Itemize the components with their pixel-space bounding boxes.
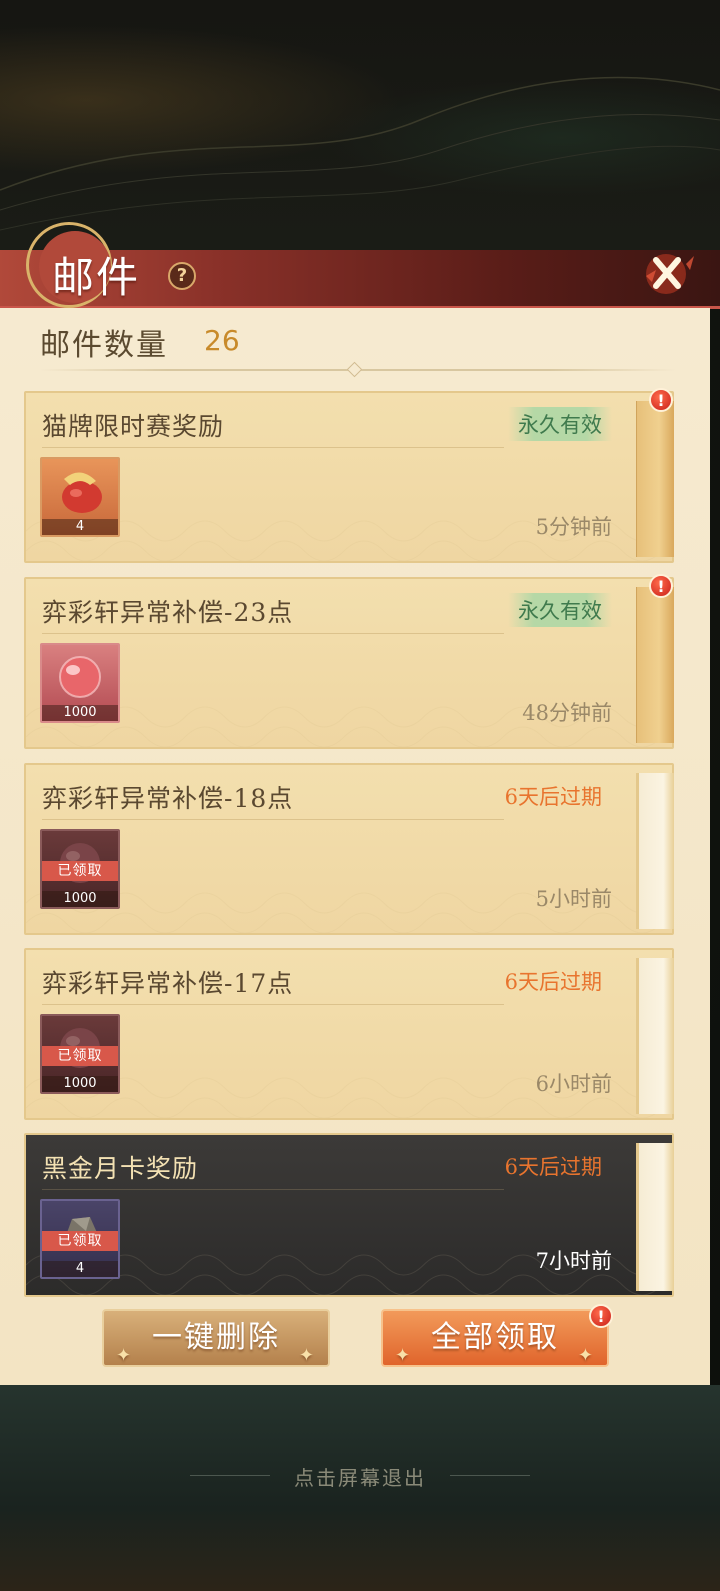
- delete-all-label: 一键删除: [152, 1320, 280, 1355]
- delete-all-button[interactable]: ✦ 一键删除 ✦: [102, 1309, 330, 1367]
- title-underline: [42, 633, 504, 634]
- mail-time: 6小时前: [535, 1072, 612, 1096]
- reward-item[interactable]: 已领取 4: [40, 1199, 120, 1279]
- close-icon: [646, 254, 694, 294]
- mail-item-selected[interactable]: 黑金月卡奖励 6天后过期 已领取 4 7小时前: [24, 1133, 674, 1297]
- mail-title: 黑金月卡奖励: [42, 1154, 199, 1183]
- item-quantity: 1000: [42, 1076, 118, 1092]
- unread-alert-icon: !: [649, 574, 673, 598]
- background-top: [0, 0, 720, 250]
- mail-count-value: 26: [204, 324, 240, 357]
- item-quantity: 1000: [42, 891, 118, 907]
- mail-side-tab: [636, 958, 674, 1114]
- mail-count-label: 邮件数量: [40, 328, 168, 363]
- exit-hint[interactable]: 点击屏幕退出: [0, 1462, 720, 1491]
- title-underline: [42, 819, 504, 820]
- sparkle-icon: ✦: [116, 1345, 134, 1366]
- mail-side-tab: [636, 773, 674, 929]
- page-title: 邮件: [52, 253, 141, 302]
- claimed-tag: 已领取: [42, 1231, 118, 1251]
- mail-item[interactable]: 弈彩轩异常补偿-18点 6天后过期 已领取 1000 5小时前: [24, 763, 674, 935]
- mail-title: 弈彩轩异常补偿-23点: [42, 598, 294, 627]
- unread-alert-icon: !: [649, 388, 673, 412]
- mail-item[interactable]: 弈彩轩异常补偿-23点 永久有效 1000 48分钟前: [24, 577, 674, 749]
- mail-time: 7小时前: [535, 1249, 612, 1273]
- close-button[interactable]: [636, 246, 700, 300]
- claim-all-label: 全部领取: [431, 1320, 559, 1355]
- sparkle-icon: ✦: [577, 1345, 595, 1366]
- title-underline: [42, 447, 504, 448]
- mail-side-tab: [636, 401, 674, 557]
- validity-badge: 6天后过期: [504, 970, 602, 994]
- reward-item[interactable]: 1000: [40, 643, 120, 723]
- validity-badge: 永久有效: [508, 593, 612, 627]
- claimed-tag: 已领取: [42, 861, 118, 881]
- item-quantity: 1000: [42, 705, 118, 721]
- sparkle-icon: ✦: [395, 1345, 413, 1366]
- reward-item[interactable]: 已领取 1000: [40, 1014, 120, 1094]
- mail-item[interactable]: 弈彩轩异常补偿-17点 6天后过期 已领取 1000 6小时前: [24, 948, 674, 1120]
- sparkle-icon: ✦: [298, 1345, 316, 1366]
- title-underline: [42, 1189, 504, 1190]
- validity-badge: 6天后过期: [504, 1155, 602, 1179]
- item-quantity: 4: [42, 519, 118, 535]
- validity-badge: 6天后过期: [504, 785, 602, 809]
- title-underline: [42, 1004, 504, 1005]
- mail-item[interactable]: 猫牌限时赛奖励 永久有效 4 5分钟前: [24, 391, 674, 563]
- mail-title: 弈彩轩异常补偿-17点: [42, 969, 294, 998]
- reward-item[interactable]: 4: [40, 457, 120, 537]
- mail-time: 5分钟前: [535, 515, 612, 539]
- reward-item[interactable]: 已领取 1000: [40, 829, 120, 909]
- red-orb-icon: [59, 656, 101, 698]
- mail-time: 5小时前: [535, 887, 612, 911]
- validity-badge: 永久有效: [508, 407, 612, 441]
- mail-title: 弈彩轩异常补偿-18点: [42, 784, 294, 813]
- claim-alert-icon: !: [589, 1304, 613, 1328]
- mail-side-tab: [636, 587, 674, 743]
- item-quantity: 4: [42, 1261, 118, 1277]
- claim-all-button[interactable]: ✦ 全部领取 ✦: [381, 1309, 609, 1367]
- mail-title: 猫牌限时赛奖励: [42, 412, 225, 441]
- claimed-tag: 已领取: [42, 1046, 118, 1066]
- red-lantern-icon: [62, 472, 102, 513]
- mail-time: 48分钟前: [522, 701, 612, 725]
- mail-side-tab: [636, 1143, 674, 1291]
- help-button[interactable]: ?: [168, 262, 196, 290]
